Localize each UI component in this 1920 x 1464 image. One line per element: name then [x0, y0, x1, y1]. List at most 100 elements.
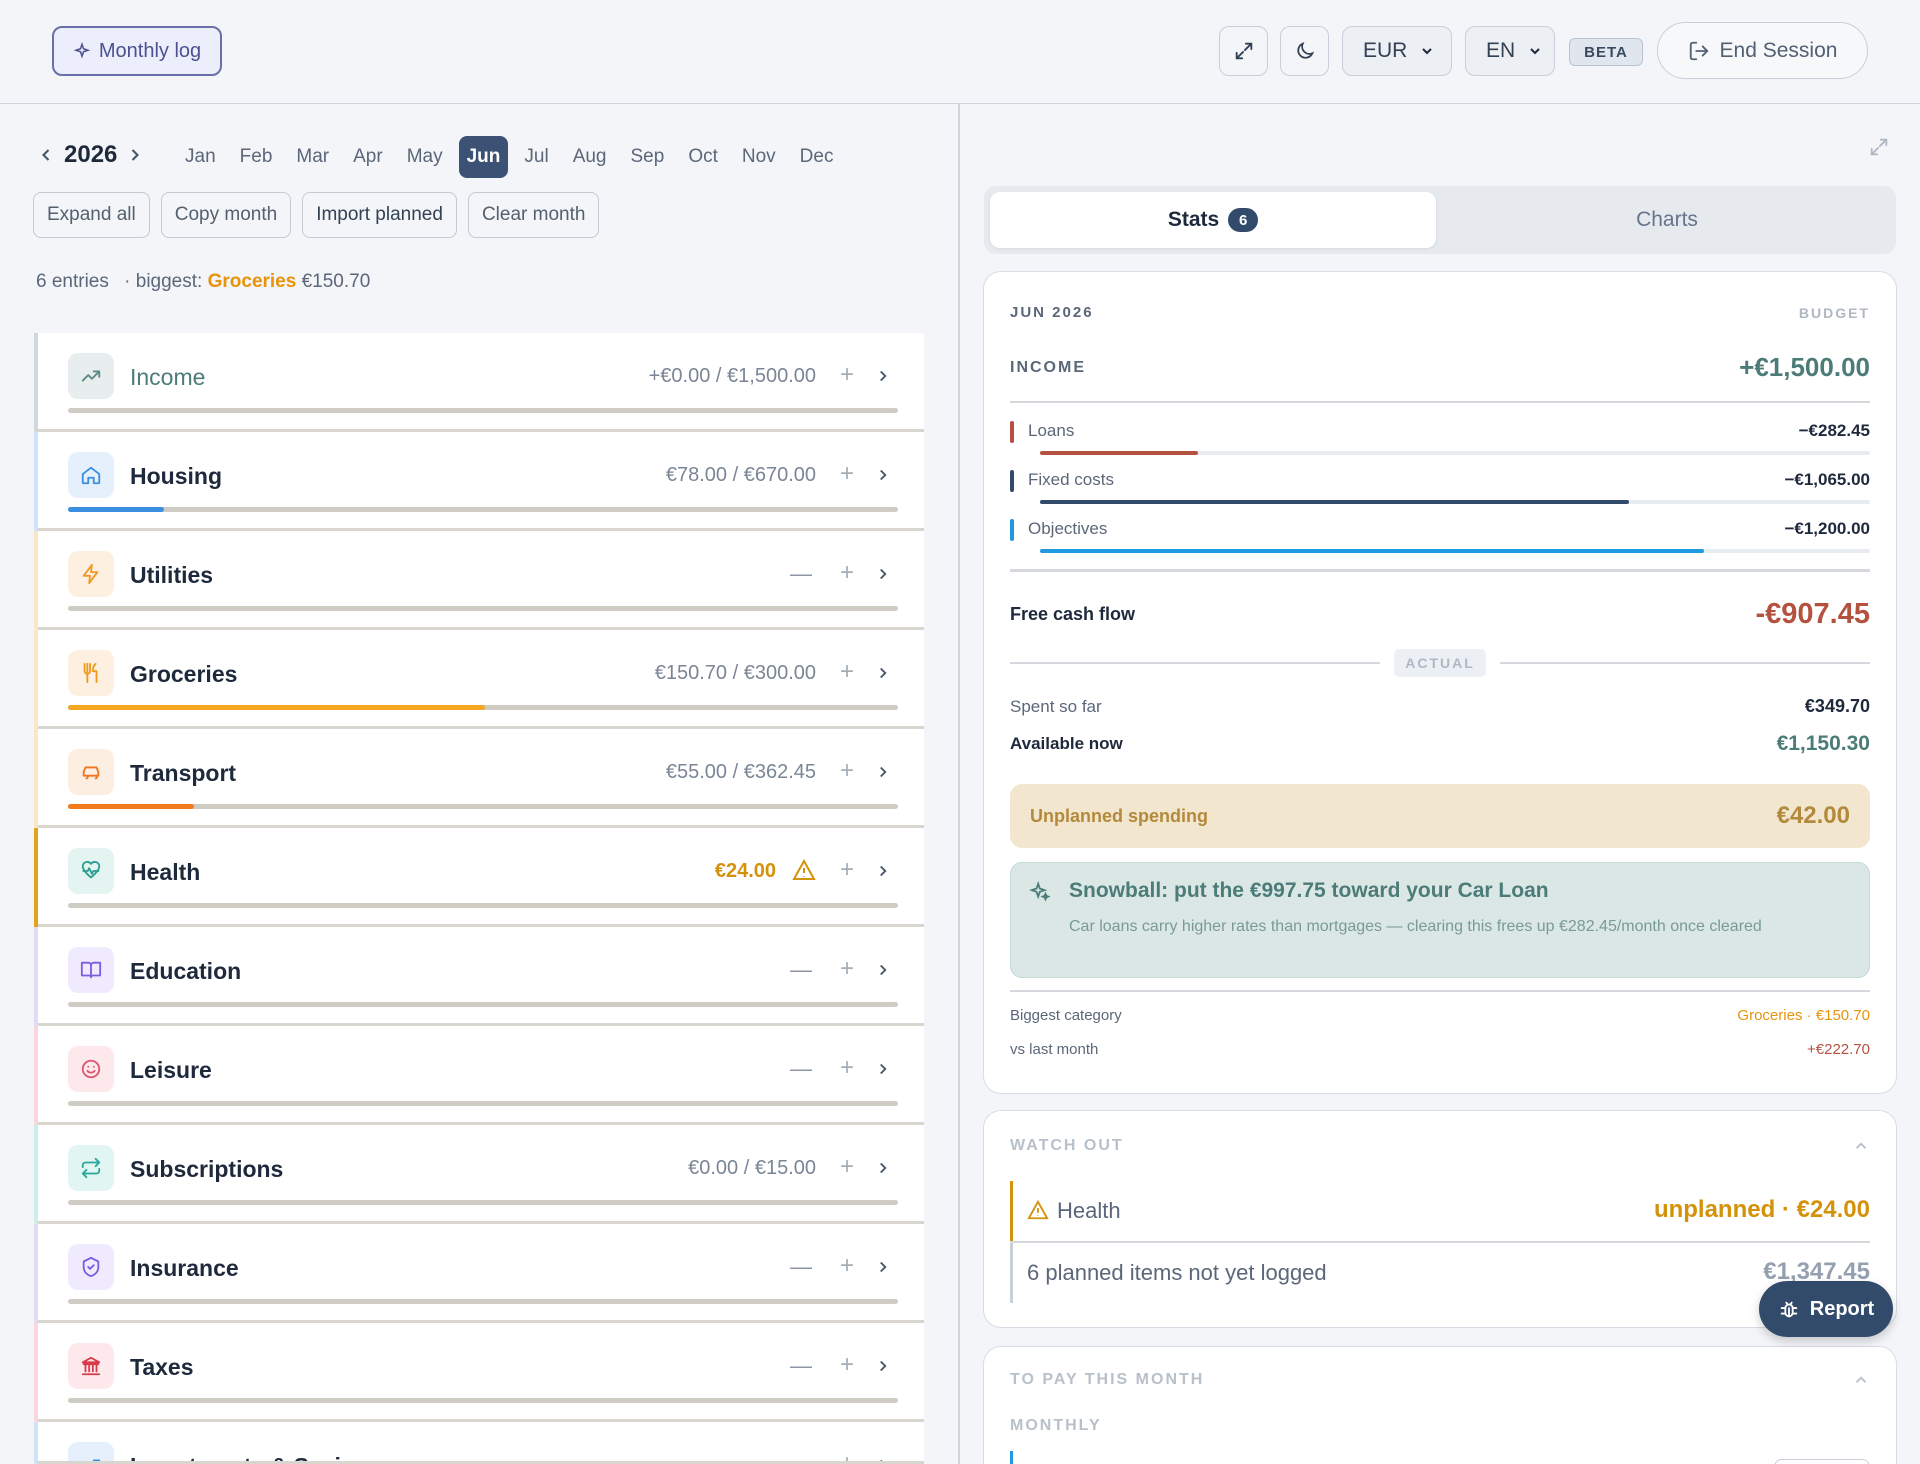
- clear-month-button[interactable]: Clear month: [467, 192, 600, 238]
- month-tab-jun[interactable]: Jun: [458, 136, 509, 178]
- tab-stats[interactable]: Stats 6: [990, 192, 1436, 248]
- chevron-right-icon[interactable]: [874, 367, 892, 385]
- category-icon-box: [68, 848, 114, 894]
- category-progress-track: [68, 507, 898, 512]
- no-plan-dash: —: [790, 1353, 812, 1378]
- category-row[interactable]: Subscriptions €0.00 / €15.00 +: [34, 1125, 924, 1224]
- expand-all-button[interactable]: Expand all: [33, 192, 150, 238]
- chevron-right-icon[interactable]: [874, 1159, 892, 1177]
- category-row[interactable]: Housing €78.00 / €670.00 +: [34, 432, 924, 531]
- biggest-category-value: Groceries · €150.70: [1737, 1007, 1870, 1024]
- language-select[interactable]: EN: [1465, 26, 1555, 76]
- chevron-up-icon[interactable]: [1852, 1371, 1870, 1389]
- chevron-right-icon[interactable]: [874, 664, 892, 682]
- chevron-left-icon[interactable]: [36, 145, 56, 165]
- import-planned-button[interactable]: Import planned: [302, 192, 457, 238]
- home-icon: [80, 464, 102, 486]
- add-entry-button[interactable]: +: [840, 856, 854, 884]
- category-progress-track: [68, 1200, 898, 1205]
- category-row[interactable]: Income +€0.00 / €1,500.00 +: [34, 333, 924, 432]
- month-tab-sep[interactable]: Sep: [623, 136, 673, 178]
- category-row[interactable]: Education — +: [34, 927, 924, 1026]
- report-button[interactable]: Report: [1759, 1281, 1893, 1337]
- category-progress-fill: [68, 804, 195, 809]
- copy-month-button[interactable]: Copy month: [160, 192, 292, 238]
- month-tab-oct[interactable]: Oct: [680, 136, 726, 178]
- monthly-log-button[interactable]: Monthly log: [52, 26, 222, 76]
- sparkle-icon: [73, 42, 91, 60]
- budget-item-track: [1040, 549, 1870, 553]
- add-entry-button[interactable]: +: [840, 757, 854, 785]
- add-entry-button[interactable]: +: [840, 559, 854, 587]
- add-entry-button[interactable]: +: [840, 1153, 854, 1181]
- category-icon-box: [68, 1145, 114, 1191]
- watch-item-health[interactable]: Health unplanned · €24.00: [1010, 1181, 1870, 1241]
- category-row[interactable]: Investments & Savings—+: [34, 1422, 924, 1464]
- chevron-right-icon[interactable]: [874, 1258, 892, 1276]
- budget-item-fixed-costs: Fixed costs −€1,065.00: [1010, 470, 1870, 506]
- available-value: €1,150.30: [1776, 732, 1870, 755]
- chevron-up-icon[interactable]: [1852, 1137, 1870, 1155]
- unplanned-spending-box: Unplanned spending €42.00: [1010, 784, 1870, 848]
- month-tab-mar[interactable]: Mar: [288, 136, 337, 178]
- category-name: Health: [130, 859, 201, 885]
- year-label: 2026: [64, 141, 118, 168]
- budget-item-fill: [1040, 549, 1704, 553]
- chevron-right-icon[interactable]: [874, 565, 892, 583]
- chevron-right-icon[interactable]: [874, 1060, 892, 1078]
- budget-item-marker: [1010, 519, 1014, 541]
- month-tab-may[interactable]: May: [399, 136, 451, 178]
- theme-toggle-button[interactable]: [1280, 26, 1329, 76]
- category-progress-fill: [68, 705, 485, 710]
- category-row[interactable]: Insurance — +: [34, 1224, 924, 1323]
- chevron-right-icon[interactable]: [874, 961, 892, 979]
- add-entry-button[interactable]: +: [840, 1054, 854, 1082]
- month-tab-feb[interactable]: Feb: [232, 136, 281, 178]
- income-divider: [1010, 401, 1870, 403]
- month-tab-jul[interactable]: Jul: [516, 136, 556, 178]
- end-session-button[interactable]: End Session: [1657, 22, 1868, 79]
- actual-divider-right: [1500, 662, 1870, 664]
- unplanned-value: €42.00: [1776, 802, 1850, 829]
- income-value: +€1,500.00: [1739, 352, 1870, 382]
- chevron-right-icon[interactable]: [874, 466, 892, 484]
- category-progress-track: [68, 1299, 898, 1304]
- month-tab-nov[interactable]: Nov: [734, 136, 784, 178]
- smile-icon: [80, 1058, 102, 1080]
- month-tab-dec[interactable]: Dec: [792, 136, 842, 178]
- stats-count-badge: 6: [1228, 208, 1259, 232]
- vs-last-month-value: +€222.70: [1807, 1041, 1870, 1058]
- expand-panel-icon[interactable]: [1868, 136, 1890, 158]
- add-entry-button[interactable]: +: [840, 955, 854, 983]
- category-row[interactable]: Taxes — +: [34, 1323, 924, 1422]
- month-tab-apr[interactable]: Apr: [345, 136, 391, 178]
- warning-icon: [1027, 1199, 1049, 1221]
- chevron-right-icon[interactable]: [874, 862, 892, 880]
- vs-last-month-label: vs last month: [1010, 1041, 1099, 1058]
- add-entry-button[interactable]: +: [840, 1351, 854, 1379]
- category-row[interactable]: Utilities — +: [34, 531, 924, 630]
- category-row[interactable]: Groceries €150.70 / €300.00 +: [34, 630, 924, 729]
- add-entry-button[interactable]: +: [840, 460, 854, 488]
- category-progress-fill: [68, 507, 165, 512]
- add-entry-button[interactable]: +: [840, 1252, 854, 1280]
- currency-select[interactable]: EUR: [1342, 26, 1452, 76]
- fullscreen-button[interactable]: [1219, 26, 1268, 76]
- month-tab-jan[interactable]: Jan: [177, 136, 224, 178]
- add-entry-button[interactable]: +: [840, 361, 854, 389]
- top-header: Monthly log EUR EN BETA End Session: [0, 0, 1920, 104]
- to-pay-item-button[interactable]: [1774, 1459, 1870, 1464]
- watch-item-planned[interactable]: 6 planned items not yet logged €1,347.45: [1010, 1243, 1870, 1303]
- budget-item-value: −€1,200.00: [1784, 519, 1870, 538]
- category-row[interactable]: Transport €55.00 / €362.45 +: [34, 729, 924, 828]
- entry-count: 6 entries: [36, 271, 109, 292]
- category-row[interactable]: Leisure — +: [34, 1026, 924, 1125]
- add-entry-button[interactable]: +: [840, 658, 854, 686]
- chevron-right-icon[interactable]: [874, 763, 892, 781]
- tab-charts[interactable]: Charts: [1444, 192, 1890, 248]
- category-row[interactable]: Health €24.00 +: [34, 828, 924, 927]
- chevron-right-icon[interactable]: [874, 1357, 892, 1375]
- month-tab-aug[interactable]: Aug: [565, 136, 615, 178]
- year-selector: 2026: [36, 137, 145, 173]
- chevron-right-icon[interactable]: [125, 145, 145, 165]
